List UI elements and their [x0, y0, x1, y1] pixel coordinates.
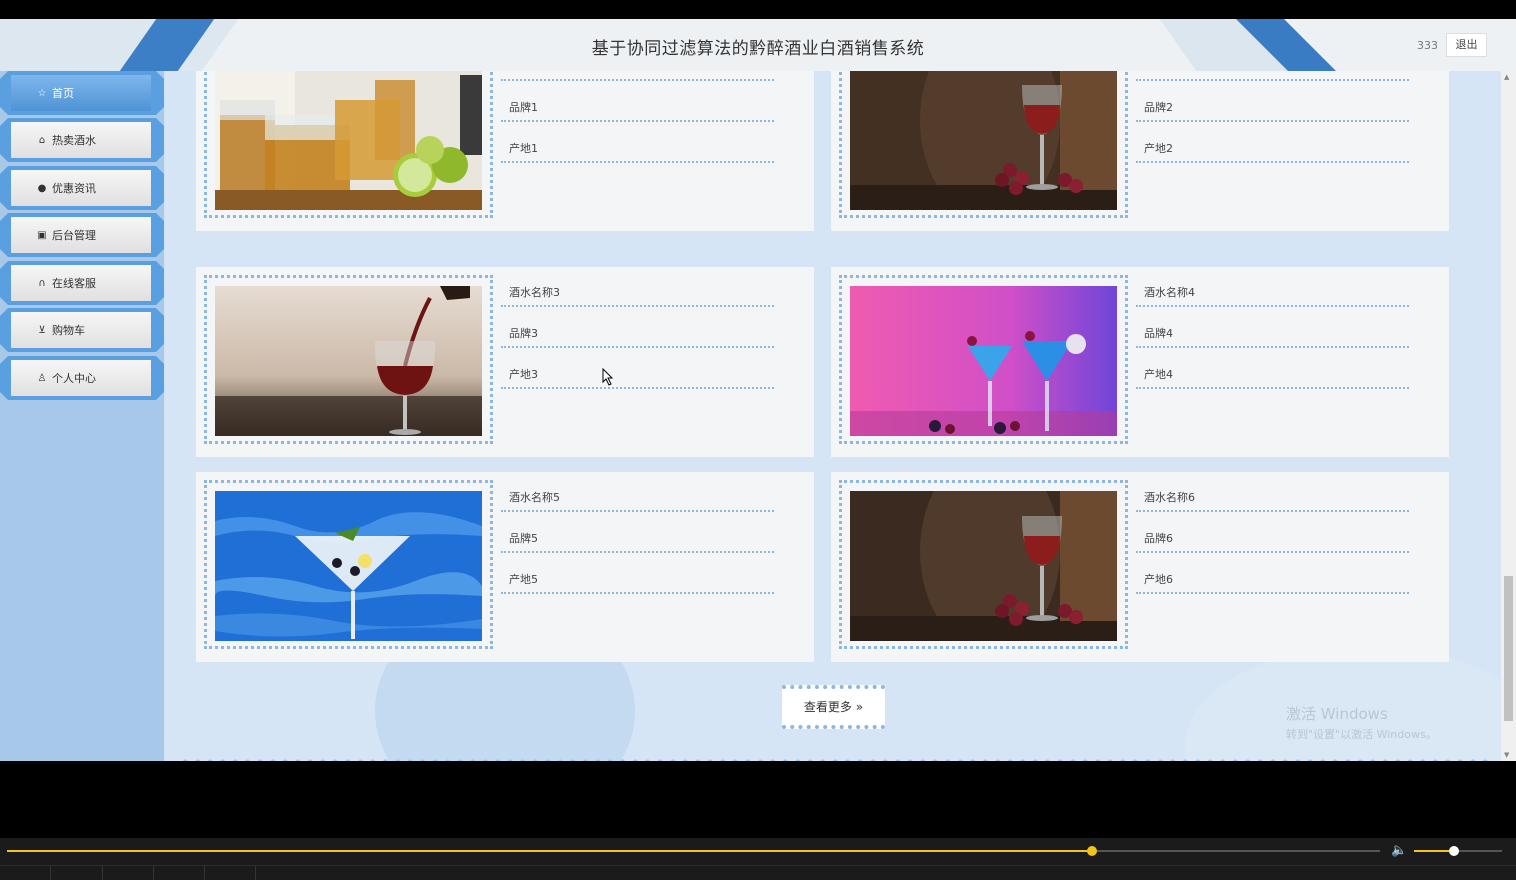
product-origin: 产地4	[1136, 349, 1409, 389]
player-separator	[255, 866, 256, 880]
product-card[interactable]: 酒水名称3 品牌3 产地3	[196, 267, 814, 457]
screen: 基于协同过滤算法的黔醉酒业白酒销售系统 333 退出 ☆ 首页 ⌂ 热卖酒水 ● 优惠…	[0, 0, 1516, 880]
sidebar-item-support[interactable]: ∩ 在线客服	[0, 261, 164, 305]
product-card[interactable]: 品牌1 产地1	[196, 71, 814, 231]
product-brand: 品牌6	[1136, 513, 1409, 553]
logout-button[interactable]: 退出	[1446, 33, 1487, 57]
product-brand: 品牌3	[501, 308, 774, 348]
user-icon: ♙	[37, 372, 47, 384]
vertical-scrollbar[interactable]: ▲ ▼	[1501, 71, 1516, 761]
product-brand: 品牌1	[501, 82, 774, 122]
product-image[interactable]	[850, 71, 1117, 210]
player-separator	[50, 866, 51, 880]
product-name: 酒水名称4	[1136, 267, 1409, 307]
product-origin: 产地1	[501, 123, 774, 163]
sidebar: ☆ 首页 ⌂ 热卖酒水 ● 优惠资讯 ▣ 后台管理 ∩ 在线客服 ⊻ 购物车 ♙ 个人中心	[0, 71, 164, 761]
sidebar-item-label: 后台管理	[52, 229, 96, 242]
progress-bar[interactable]	[7, 846, 1380, 856]
volume-fill	[1414, 850, 1454, 852]
product-origin: 产地5	[501, 554, 774, 594]
progress-fill	[7, 850, 1092, 852]
sidebar-item-label: 购物车	[52, 324, 85, 337]
product-image[interactable]	[850, 491, 1117, 641]
product-name	[501, 71, 774, 81]
bag-icon: ⌂	[38, 134, 46, 146]
player-divider	[0, 865, 1516, 866]
headset-icon: ∩	[38, 277, 46, 289]
star-icon: ☆	[37, 87, 47, 99]
double-chevron-right-icon: »	[855, 700, 864, 714]
scroll-thumb[interactable]	[1504, 576, 1513, 721]
activation-watermark: 激活 Windows 转到"设置"以激活 Windows。	[1286, 703, 1437, 742]
product-name: 酒水名称6	[1136, 472, 1409, 512]
product-image[interactable]	[215, 491, 482, 641]
sidebar-item-admin[interactable]: ▣ 后台管理	[0, 213, 164, 257]
product-name	[1136, 71, 1409, 81]
volume-icon[interactable]: 🔈	[1391, 843, 1407, 858]
product-card[interactable]: 酒水名称4 品牌4 产地4	[831, 267, 1449, 457]
product-brand: 品牌4	[1136, 308, 1409, 348]
product-origin: 产地6	[1136, 554, 1409, 594]
building-icon: ▣	[37, 229, 47, 241]
product-card[interactable]: 酒水名称5 品牌5 产地5	[196, 472, 814, 662]
view-more-button[interactable]: 查看更多 »	[782, 685, 885, 729]
player-separator	[204, 866, 205, 880]
media-player-controls: 🔈	[0, 838, 1516, 880]
sidebar-item-label: 优惠资讯	[52, 182, 96, 195]
cart-icon: ⊻	[38, 324, 46, 336]
main-content: 品牌1 产地1 品牌2 产地2 酒水名称3 品牌3 产地3 酒水名称4 品牌4 …	[165, 71, 1501, 761]
product-image[interactable]	[215, 286, 482, 436]
scroll-down-arrow-icon[interactable]: ▼	[1504, 751, 1509, 759]
player-separator	[153, 866, 154, 880]
product-origin: 产地2	[1136, 123, 1409, 163]
product-origin: 产地3	[501, 349, 774, 389]
app-window: 基于协同过滤算法的黔醉酒业白酒销售系统 333 退出 ☆ 首页 ⌂ 热卖酒水 ● 优惠…	[0, 19, 1516, 761]
watermark-title: 激活 Windows	[1286, 705, 1388, 723]
mouse-cursor-icon	[602, 368, 614, 386]
username: 333	[1417, 39, 1438, 52]
product-name: 酒水名称5	[501, 472, 774, 512]
product-brand: 品牌5	[501, 513, 774, 553]
watermark-subtitle: 转到"设置"以激活 Windows。	[1286, 728, 1437, 741]
product-card[interactable]: 品牌2 产地2	[831, 71, 1449, 231]
header: 基于协同过滤算法的黔醉酒业白酒销售系统 333 退出	[0, 19, 1516, 71]
sidebar-item-label: 个人中心	[52, 372, 96, 385]
sidebar-item-profile[interactable]: ♙ 个人中心	[0, 356, 164, 400]
dotted-divider	[179, 759, 1489, 761]
product-card[interactable]: 酒水名称6 品牌6 产地6	[831, 472, 1449, 662]
sidebar-item-hot-drinks[interactable]: ⌂ 热卖酒水	[0, 118, 164, 162]
sidebar-item-label: 首页	[52, 87, 74, 100]
view-more-label: 查看更多	[803, 700, 852, 714]
volume-slider[interactable]	[1414, 846, 1502, 856]
product-image[interactable]	[215, 71, 482, 210]
product-name: 酒水名称3	[501, 267, 774, 307]
sidebar-item-cart[interactable]: ⊻ 购物车	[0, 308, 164, 352]
progress-handle[interactable]	[1086, 846, 1097, 856]
sidebar-item-news[interactable]: ● 优惠资讯	[0, 166, 164, 210]
volume-handle[interactable]	[1448, 846, 1459, 856]
sidebar-item-label: 热卖酒水	[52, 134, 96, 147]
sidebar-item-label: 在线客服	[52, 277, 96, 290]
product-image[interactable]	[850, 286, 1117, 436]
info-icon: ●	[37, 182, 47, 194]
sidebar-item-home[interactable]: ☆ 首页	[0, 71, 164, 115]
site-title: 基于协同过滤算法的黔醉酒业白酒销售系统	[591, 39, 925, 59]
product-brand: 品牌2	[1136, 82, 1409, 122]
scroll-up-arrow-icon[interactable]: ▲	[1504, 73, 1509, 81]
player-separator	[102, 866, 103, 880]
